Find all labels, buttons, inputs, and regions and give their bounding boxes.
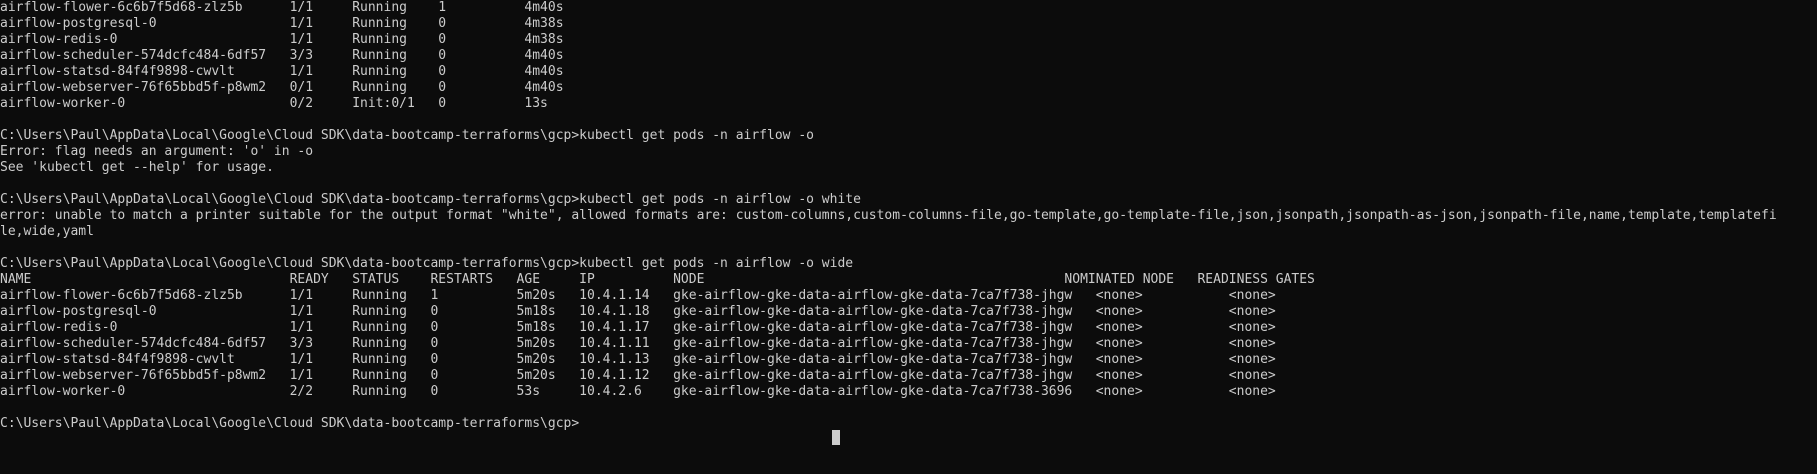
terminal-line: See 'kubectl get --help' for usage. [0,160,274,175]
terminal-line: airflow-worker-0 0/2 Init:0/1 0 13s [0,96,548,111]
command-line: C:\Users\Paul\AppData\Local\Google\Cloud… [0,128,814,143]
table-row: airflow-postgresql-0 1/1 Running 0 5m18s… [0,304,1276,319]
terminal-line: airflow-redis-0 1/1 Running 0 4m38s [0,32,564,47]
table-row: airflow-flower-6c6b7f5d68-zlz5b 1/1 Runn… [0,288,1276,303]
error-line: le,wide,yaml [0,224,94,239]
terminal-line: airflow-scheduler-574dcfc484-6df57 3/3 R… [0,48,564,63]
table-row: airflow-redis-0 1/1 Running 0 5m18s 10.4… [0,320,1276,335]
error-line: Error: flag needs an argument: 'o' in -o [0,144,314,159]
table-header: NAME READY STATUS RESTARTS AGE IP NODE N… [0,272,1315,287]
command-line: C:\Users\Paul\AppData\Local\Google\Cloud… [0,192,861,207]
table-row: airflow-webserver-76f65bbd5f-p8wm2 1/1 R… [0,368,1276,383]
error-line: error: unable to match a printer suitabl… [0,208,1777,223]
prompt-line[interactable]: C:\Users\Paul\AppData\Local\Google\Cloud… [0,416,1817,432]
table-row: airflow-worker-0 2/2 Running 0 53s 10.4.… [0,384,1276,399]
text-cursor [832,430,840,445]
table-row: airflow-statsd-84f4f9898-cwvlt 1/1 Runni… [0,352,1276,367]
terminal-line: airflow-statsd-84f4f9898-cwvlt 1/1 Runni… [0,64,564,79]
terminal-line: airflow-flower-6c6b7f5d68-zlz5b 1/1 Runn… [0,0,564,15]
terminal-window[interactable]: airflow-flower-6c6b7f5d68-zlz5b 1/1 Runn… [0,0,1817,474]
table-row: airflow-scheduler-574dcfc484-6df57 3/3 R… [0,336,1276,351]
command-line: C:\Users\Paul\AppData\Local\Google\Cloud… [0,256,854,271]
terminal-line: airflow-webserver-76f65bbd5f-p8wm2 0/1 R… [0,80,564,95]
terminal-line: airflow-postgresql-0 1/1 Running 0 4m38s [0,16,564,31]
